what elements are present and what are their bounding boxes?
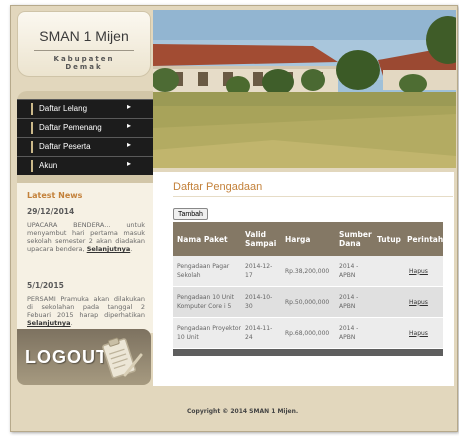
school-logo-box: SMAN 1 Mijen Kabupaten Demak	[17, 11, 151, 77]
nav-item-label: Daftar Peserta	[39, 142, 91, 151]
cell-sumber-dana: 2014 - APBN	[339, 294, 359, 310]
clipboard-pen-icon	[102, 337, 143, 379]
nav-item-daftar-peserta[interactable]: Daftar Peserta ▸	[17, 137, 153, 156]
left-column: SMAN 1 Mijen Kabupaten Demak Daftar Lela…	[17, 11, 153, 385]
col-header-tutup: Tutup	[377, 234, 401, 244]
col-header-nama-paket: Nama Paket	[177, 234, 228, 244]
school-name: SMAN 1 Mijen	[39, 28, 129, 44]
nav-item-label: Akun	[39, 161, 58, 170]
main-nav: Daftar Lelang ▸ Daftar Pemenang ▸ Daftar…	[17, 99, 153, 175]
nav-item-daftar-lelang[interactable]: Daftar Lelang ▸	[17, 99, 153, 118]
news-item-text: PERSAMI Pramuka akan dilakukan di sekola…	[27, 295, 145, 327]
nav-bar-marker	[31, 141, 33, 153]
nav-bar-marker	[31, 122, 33, 134]
cell-harga: Rp.50,000,000	[285, 298, 330, 306]
cell-valid-sampai: 2014-12-17	[245, 263, 273, 279]
table-row: Pengadaan 10 Unit Komputer Core i 5 2014…	[173, 287, 443, 318]
cell-nama-paket: Pengadaan Proyektor 10 Unit	[177, 325, 241, 341]
page-title: Daftar Pengadaan	[173, 181, 263, 193]
nav-item-daftar-pemenang[interactable]: Daftar Pemenang ▸	[17, 118, 153, 137]
cell-perintah: Hapus	[409, 318, 428, 348]
school-photo	[153, 10, 456, 168]
delete-link[interactable]: Hapus	[409, 267, 428, 276]
col-header-harga: Harga	[285, 234, 311, 244]
news-body: PERSAMI Pramuka akan dilakukan di sekola…	[27, 295, 145, 319]
col-header-sumber-dana: Sumber Dana	[339, 230, 372, 248]
nav-panel: Daftar Lelang ▸ Daftar Pemenang ▸ Daftar…	[17, 91, 153, 183]
procurement-table: Nama Paket Valid Sampai Harga Sumber Dan…	[173, 222, 443, 356]
news-read-more-link[interactable]: Selanjutnya	[87, 245, 131, 253]
school-region: Kabupaten Demak	[34, 50, 134, 71]
col-header-perintah: Perintah	[407, 234, 444, 244]
cell-nama-paket: Pengadaan Pagar Sekolah	[177, 263, 230, 279]
cell-sumber-dana: 2014 - APBN	[339, 325, 359, 341]
table-footer-bar	[173, 349, 443, 356]
school-building-image	[153, 10, 456, 168]
arrow-right-icon: ▸	[126, 140, 131, 149]
table-row: Pengadaan Proyektor 10 Unit 2014-11-24 R…	[173, 318, 443, 349]
nav-bar-marker	[31, 160, 33, 172]
table-row: Pengadaan Pagar Sekolah 2014-12-17 Rp.38…	[173, 256, 443, 287]
arrow-right-icon: ▸	[126, 159, 131, 168]
arrow-right-icon: ▸	[126, 102, 131, 111]
add-button[interactable]: Tambah	[173, 208, 208, 220]
cell-valid-sampai: 2014-10-30	[245, 294, 273, 310]
cell-sumber-dana: 2014 - APBN	[339, 263, 359, 279]
page-frame: SMAN 1 Mijen Kabupaten Demak Daftar Lela…	[10, 5, 458, 432]
nav-item-akun[interactable]: Akun ▸	[17, 156, 153, 175]
news-date: 5/1/2015	[27, 281, 64, 290]
nav-item-label: Daftar Pemenang	[39, 123, 102, 132]
main-content: Daftar Pengadaan Tambah Nama Paket Valid…	[153, 172, 454, 386]
cell-nama-paket: Pengadaan 10 Unit Komputer Core i 5	[177, 294, 235, 310]
cell-valid-sampai: 2014-11-24	[245, 325, 273, 341]
nav-bar-marker	[31, 103, 33, 115]
col-header-valid-sampai: Valid Sampai	[245, 230, 277, 248]
nav-item-label: Daftar Lelang	[39, 104, 88, 113]
news-read-more-link[interactable]: Selanjutnya	[27, 319, 71, 327]
logout-button[interactable]: LOGOUT	[17, 329, 151, 385]
news-date: 29/12/2014	[27, 207, 75, 216]
table-header: Nama Paket Valid Sampai Harga Sumber Dan…	[173, 222, 443, 256]
news-item-text: UPACARA BENDERA... untuk menyambut hari …	[27, 221, 145, 253]
cell-harga: Rp.68,000,000	[285, 329, 330, 337]
delete-link[interactable]: Hapus	[409, 298, 428, 307]
table-body: Pengadaan Pagar Sekolah 2014-12-17 Rp.38…	[173, 256, 443, 349]
news-title: Latest News	[27, 191, 83, 200]
delete-link[interactable]: Hapus	[409, 329, 428, 338]
cell-perintah: Hapus	[409, 256, 428, 286]
cell-perintah: Hapus	[409, 287, 428, 317]
title-divider	[173, 196, 453, 197]
latest-news-panel: Latest News 29/12/2014 UPACARA BENDERA..…	[17, 183, 153, 333]
cell-harga: Rp.38,200,000	[285, 267, 330, 275]
copyright-footer: Copyright © 2014 SMAN 1 Mijen.	[187, 408, 299, 415]
arrow-right-icon: ▸	[126, 121, 131, 130]
